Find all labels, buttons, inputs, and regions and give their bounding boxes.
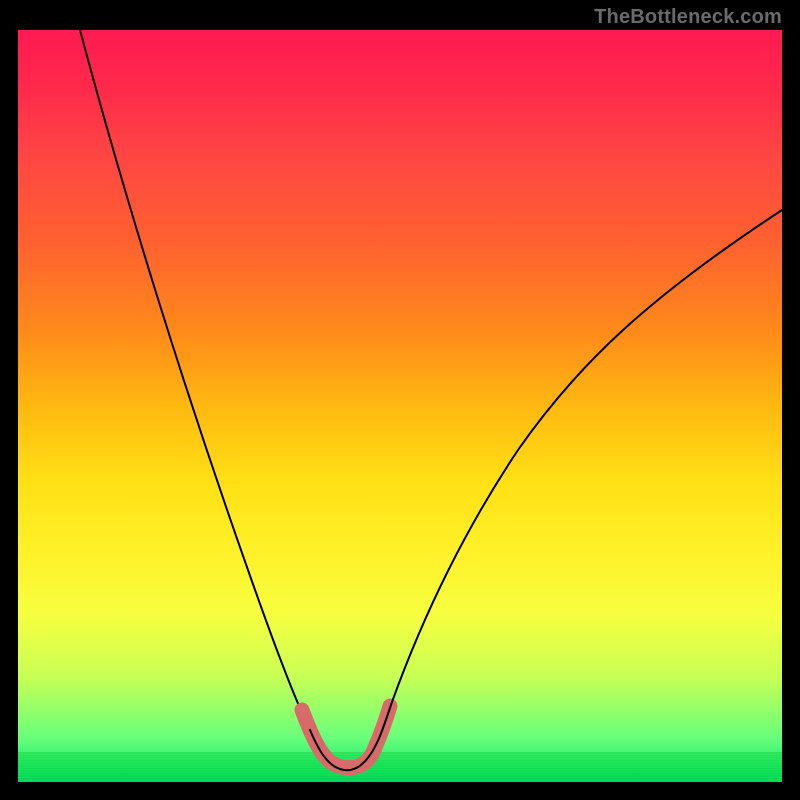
optimal-range-highlight <box>302 706 390 768</box>
curve-right-branch <box>392 210 782 702</box>
watermark-label: TheBottleneck.com <box>594 6 782 29</box>
plot-area <box>18 30 782 782</box>
curve-layer <box>18 30 782 782</box>
curve-left-branch <box>80 30 310 730</box>
chart-frame: TheBottleneck.com <box>0 0 800 800</box>
